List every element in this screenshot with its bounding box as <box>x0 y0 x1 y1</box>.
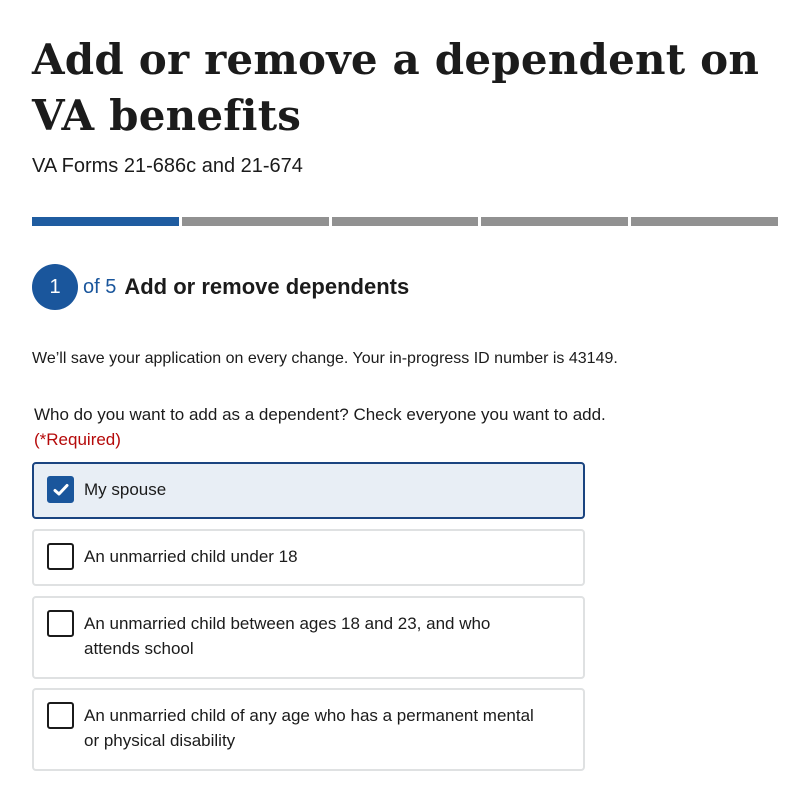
step-of-total: of 5 <box>83 275 117 298</box>
page-title: Add or remove a dependent on VA benefits <box>32 35 760 140</box>
checkbox-child-under-18[interactable] <box>47 543 74 570</box>
dependent-options: My spouse An unmarried child under 18 An… <box>32 462 585 781</box>
checkbox-spouse[interactable] <box>47 476 74 503</box>
option-spouse[interactable]: My spouse <box>32 462 585 519</box>
progress-segment-3 <box>331 217 479 226</box>
option-label: An unmarried child between ages 18 and 2… <box>84 614 491 658</box>
option-child-disability[interactable]: An unmarried child of any age who has a … <box>32 688 585 771</box>
progress-segment-1 <box>32 217 179 226</box>
option-child-18-23-school[interactable]: An unmarried child between ages 18 and 2… <box>32 596 585 679</box>
question-text: Who do you want to add as a dependent? C… <box>34 405 606 424</box>
progress-bar <box>32 217 778 226</box>
progress-segment-5 <box>631 217 778 226</box>
option-child-under-18[interactable]: An unmarried child under 18 <box>32 529 585 586</box>
option-label: My spouse <box>84 480 167 499</box>
question-label: Who do you want to add as a dependent? C… <box>34 402 634 452</box>
required-marker: (*Required) <box>34 430 121 449</box>
progress-segment-2 <box>181 217 329 226</box>
checkbox-child-disability[interactable] <box>47 702 74 729</box>
save-notice: We’ll save your application on every cha… <box>32 350 618 367</box>
checkbox-child-18-23-school[interactable] <box>47 610 74 637</box>
step-number-badge: 1 <box>32 264 78 310</box>
progress-segment-4 <box>481 217 629 226</box>
option-label: An unmarried child of any age who has a … <box>84 706 534 750</box>
step-title: Add or remove dependents <box>124 274 410 299</box>
step-indicator: 1 of 5 Add or remove dependents <box>32 264 409 310</box>
checkmark-icon <box>53 483 68 495</box>
form-subtitle: VA Forms 21-686c and 21-674 <box>32 155 303 177</box>
option-label: An unmarried child under 18 <box>84 547 298 566</box>
